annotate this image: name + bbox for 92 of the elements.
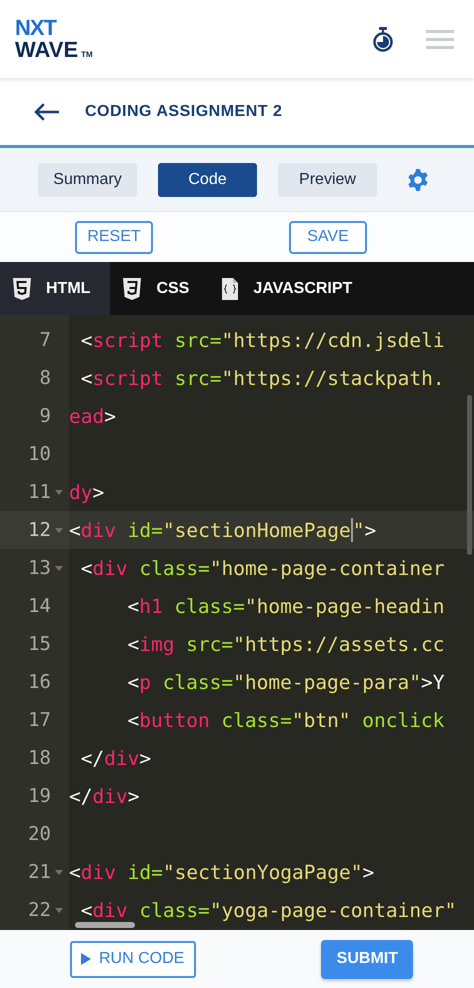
- code-string: "home-page-para": [233, 670, 421, 694]
- code-attribute: src=: [174, 366, 222, 390]
- code-string: "sectionYogaPage": [162, 860, 362, 884]
- code-attribute: class=: [221, 708, 292, 732]
- code-punctuation: <: [128, 594, 140, 618]
- line-number: 19: [28, 785, 52, 807]
- code-tag: script: [92, 328, 163, 352]
- code-attribute: src=: [174, 328, 222, 352]
- code-string: "https://cdn.jsdeli: [222, 328, 445, 352]
- assignment-title: CODING ASSIGNMENT 2: [85, 102, 282, 120]
- language-tab[interactable]: JAVASCRIPT: [209, 262, 372, 315]
- code-attribute: class=: [139, 556, 210, 580]
- code-tag: ead: [69, 404, 104, 428]
- play-icon: [81, 953, 91, 965]
- code-tag: h1: [139, 594, 163, 618]
- code-tag: div: [92, 784, 128, 808]
- code-punctuation: >: [92, 480, 104, 504]
- code-punctuation: <: [80, 366, 92, 390]
- code-string: "sectionHomePage: [162, 518, 351, 542]
- code-tag: p: [139, 670, 151, 694]
- line-number: 12: [28, 519, 65, 541]
- logo: NXT WAVE TM: [15, 17, 93, 61]
- code-attribute: class=: [139, 898, 210, 922]
- code-string: "btn": [292, 708, 351, 732]
- line-number: 22: [28, 899, 65, 921]
- line-number: 18: [28, 747, 52, 769]
- view-tab[interactable]: Code: [158, 162, 257, 196]
- code-punctuation: <: [69, 860, 81, 884]
- code-string: ": [352, 518, 364, 542]
- code-punctuation: >: [104, 404, 116, 428]
- code-attribute: src=: [186, 632, 234, 656]
- code-punctuation: <: [80, 898, 92, 922]
- code-tag: div: [92, 556, 128, 580]
- line-number: 10: [28, 443, 52, 465]
- code-punctuation: >Y: [420, 670, 444, 694]
- js-file-icon: [221, 276, 240, 300]
- code-punctuation: <: [80, 556, 92, 580]
- action-button[interactable]: RESET: [75, 220, 153, 254]
- code-punctuation: >: [362, 860, 374, 884]
- line-number: 16: [28, 671, 52, 693]
- code-tag: script: [92, 366, 163, 390]
- code-punctuation: <: [69, 518, 81, 542]
- code-punctuation: </: [69, 784, 92, 808]
- line-number: 15: [28, 633, 52, 655]
- code-string: "home-page-headin: [244, 594, 444, 618]
- css3-shield-icon: [122, 276, 142, 300]
- action-button[interactable]: SAVE: [289, 220, 367, 254]
- code-punctuation: </: [80, 746, 104, 770]
- code-tag: button: [139, 708, 210, 732]
- line-number: 14: [28, 595, 52, 617]
- code-attribute: class=: [174, 594, 245, 618]
- back-arrow-icon[interactable]: [33, 102, 59, 120]
- code-punctuation: <: [80, 328, 92, 352]
- code-attribute: class=: [162, 670, 234, 694]
- language-tab[interactable]: CSS: [110, 262, 210, 315]
- line-number: 7: [40, 329, 52, 351]
- run-code-button[interactable]: RUN CODE: [70, 940, 196, 978]
- code-attribute: onclick: [362, 708, 444, 732]
- code-attribute: id=: [128, 860, 163, 884]
- code-string: "https://stackpath.: [222, 366, 445, 390]
- timer-icon[interactable]: [372, 26, 394, 52]
- view-tab[interactable]: Summary: [38, 162, 137, 196]
- code-punctuation: <: [128, 670, 140, 694]
- code-punctuation: <: [128, 708, 140, 732]
- code-punctuation: >: [128, 784, 140, 808]
- code-tag: div: [80, 860, 116, 884]
- code-string: "home-page-container: [210, 556, 445, 580]
- line-number: 11: [28, 481, 65, 503]
- settings-icon[interactable]: [406, 168, 430, 192]
- code-tag: div: [92, 898, 128, 922]
- line-number: 20: [28, 823, 52, 845]
- code-tag: div: [104, 746, 140, 770]
- horizontal-scrollbar[interactable]: [75, 922, 135, 928]
- line-number: 21: [28, 861, 65, 883]
- code-punctuation: <: [128, 632, 140, 656]
- code-tag: div: [80, 518, 116, 542]
- line-number: 17: [28, 709, 52, 731]
- view-tab[interactable]: Preview: [278, 162, 377, 196]
- code-punctuation: >: [139, 746, 152, 770]
- line-number: 8: [40, 367, 52, 389]
- text-cursor: [350, 518, 353, 542]
- code-attribute: id=: [128, 518, 163, 542]
- vertical-scrollbar[interactable]: [467, 395, 472, 555]
- line-number: 13: [28, 557, 65, 579]
- language-tab[interactable]: HTML: [0, 262, 110, 315]
- code-string: "yoga-page-container": [210, 898, 456, 922]
- code-tag: img: [139, 632, 174, 656]
- code-punctuation: >: [364, 518, 376, 542]
- html5-shield-icon: [12, 276, 32, 300]
- code-tag: dy: [69, 480, 92, 504]
- line-number: 9: [40, 405, 52, 427]
- code-string: "https://assets.cc: [233, 632, 444, 656]
